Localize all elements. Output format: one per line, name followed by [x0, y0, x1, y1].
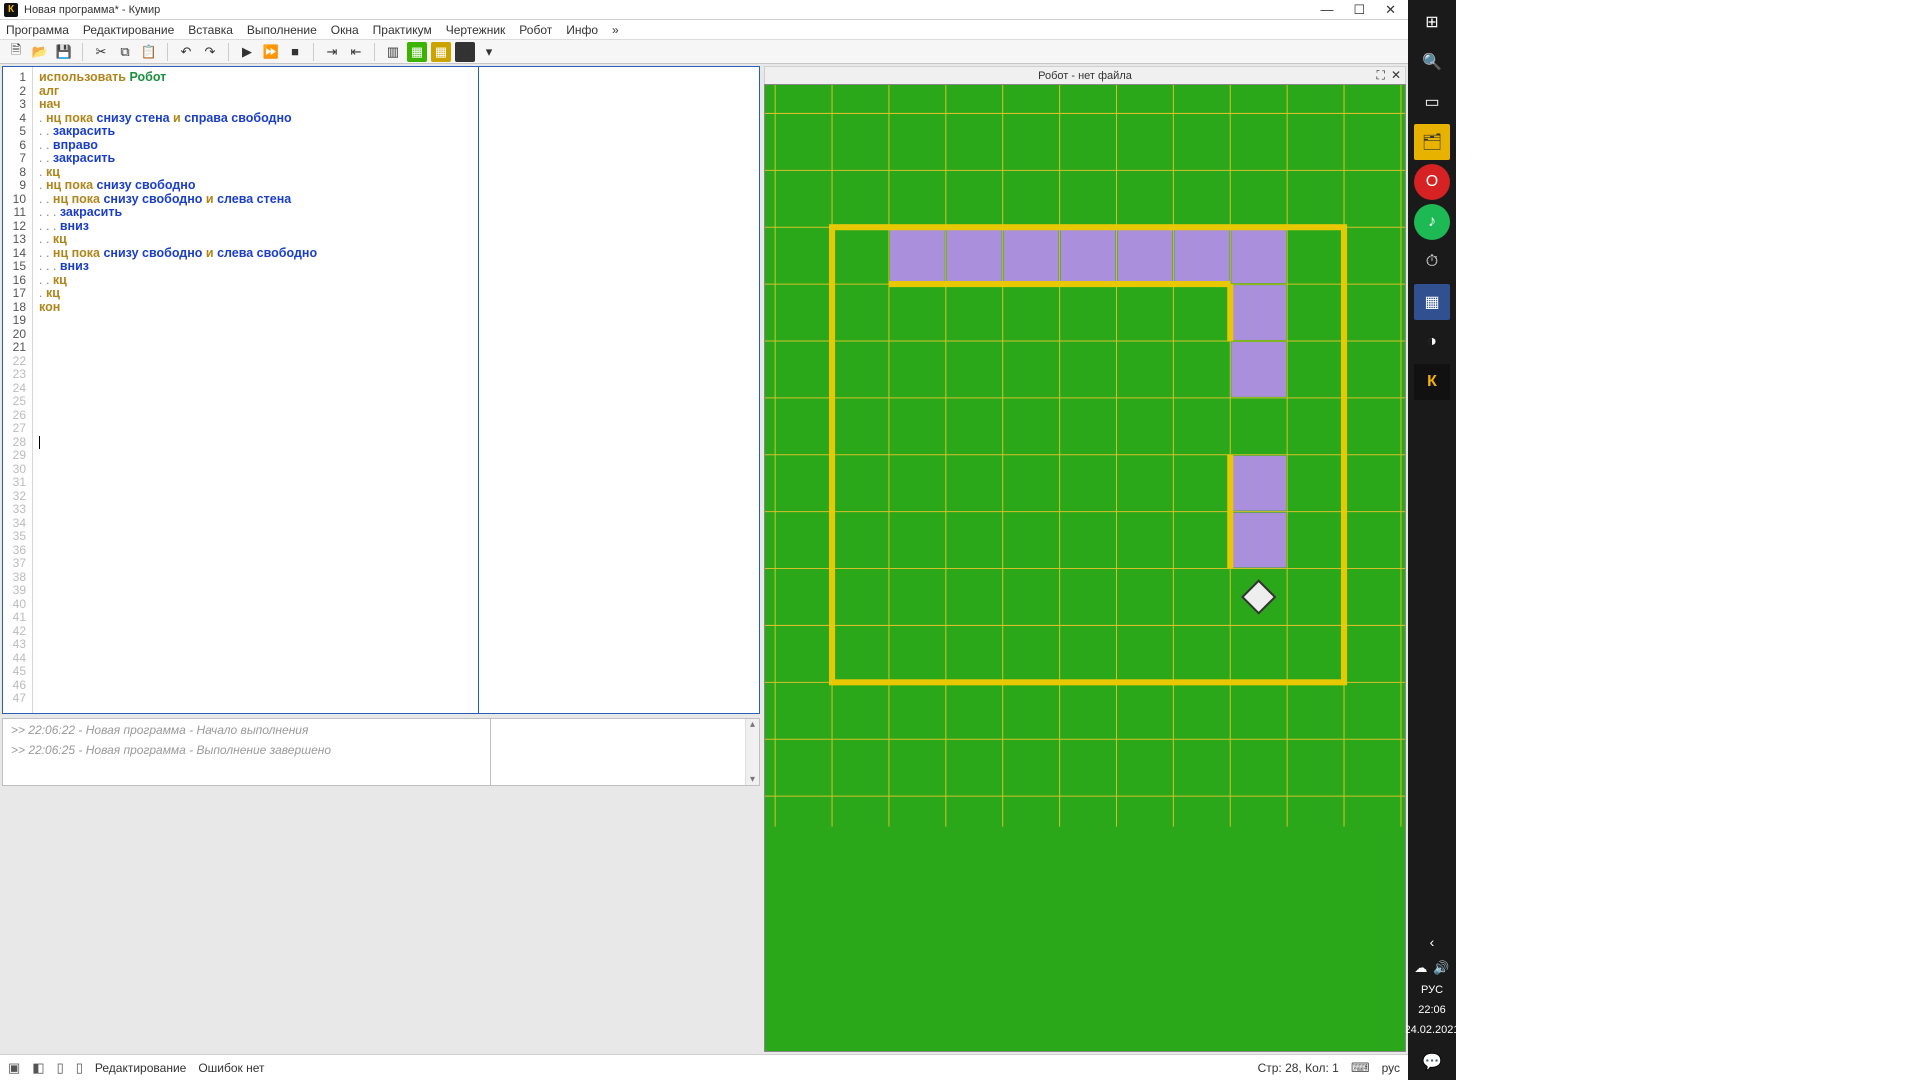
keyboard-icon: ⌨	[1351, 1060, 1370, 1076]
output-log: >> 22:06:22 - Новая программа - Начало в…	[2, 718, 760, 786]
copy-icon[interactable]: ⧉	[115, 42, 135, 62]
calendar-icon[interactable]: ▦	[1414, 284, 1450, 320]
code-line: . . кц	[39, 233, 472, 247]
titlebar: К Новая программа* - Кумир — ☐ ✕	[0, 0, 1408, 20]
code-line: алг	[39, 85, 472, 99]
save-file-icon[interactable]: 💾	[54, 42, 74, 62]
tray-icons[interactable]: ☁🔊	[1414, 956, 1449, 980]
code-line: . . закрасить	[39, 125, 472, 139]
log-scrollbar[interactable]: ▴▾	[745, 719, 759, 785]
opera-icon[interactable]: O	[1414, 164, 1450, 200]
tray-date: 24.02.2021	[1404, 1020, 1459, 1040]
tray-expand-icon[interactable]: ‹	[1430, 928, 1435, 956]
code-line: кон	[39, 301, 472, 315]
code-line: . нц пока снизу стена и справа свободно	[39, 112, 472, 126]
statusbar: ▣ ◧ ▯ ▯ Редактирование Ошибок нет Стр: 2…	[0, 1054, 1408, 1080]
code-line: . . закрасить	[39, 152, 472, 166]
tray-keyboard[interactable]: РУС	[1421, 980, 1443, 1000]
code-line: . . . закрасить	[39, 206, 472, 220]
code-line: . . нц пока снизу свободно и слева свобо…	[39, 247, 472, 261]
sb-icon[interactable]: ▯	[57, 1060, 64, 1076]
open-file-icon[interactable]: 📂	[30, 42, 50, 62]
robot-marker	[1242, 581, 1275, 614]
menu-окна[interactable]: Окна	[331, 23, 359, 37]
toolbar: 🗎📂💾✂⧉📋↶↷▶⏩■⇥⇤▥▦▦▨▾	[0, 40, 1408, 64]
stop-icon[interactable]: ■	[285, 42, 305, 62]
undo-icon[interactable]: ↶	[176, 42, 196, 62]
sb-icon[interactable]: ◧	[32, 1060, 44, 1076]
robot-maximize-icon[interactable]: ⛶	[1377, 68, 1385, 83]
maximize-button[interactable]: ☐	[1353, 2, 1365, 18]
notifications-icon[interactable]: 💬	[1414, 1044, 1450, 1080]
layout2-icon[interactable]: ▦	[407, 42, 427, 62]
menu-редактирование[interactable]: Редактирование	[83, 23, 174, 37]
log-line: >> 22:06:25 - Новая программа - Выполнен…	[11, 743, 482, 757]
minimize-button[interactable]: —	[1320, 2, 1333, 18]
task-view-icon[interactable]: ▭	[1414, 84, 1450, 120]
menu-программа[interactable]: Программа	[6, 23, 69, 37]
sb-errors: Ошибок нет	[198, 1061, 264, 1075]
code-line: . . . вниз	[39, 260, 472, 274]
windows-taskbar: ⊞ 🔍 ▭ 🗂 O ♪ ⏱ ▦ ◑ К ‹ ☁🔊 РУС 22:06 24.02…	[1408, 0, 1456, 1080]
code-area[interactable]: использовать Роботалгнач. нц пока снизу …	[33, 67, 479, 713]
code-editor[interactable]: 1234567891011121314151617181920212223242…	[2, 66, 760, 714]
sb-cursor-pos: Стр: 28, Кол: 1	[1258, 1061, 1339, 1075]
tray-time: 22:06	[1418, 1000, 1446, 1020]
step-into-icon[interactable]: ⇤	[346, 42, 366, 62]
code-line: . кц	[39, 287, 472, 301]
steam-icon[interactable]: ◑	[1414, 324, 1450, 360]
kumir-icon[interactable]: К	[1414, 364, 1450, 400]
code-line: . . . вниз	[39, 220, 472, 234]
menubar: Программа Редактирование Вставка Выполнение…	[0, 20, 1408, 40]
redo-icon[interactable]: ↷	[200, 42, 220, 62]
robot-field[interactable]	[764, 84, 1406, 1052]
cut-icon[interactable]: ✂	[91, 42, 111, 62]
sb-icon[interactable]: ▣	[8, 1060, 20, 1076]
paste-icon[interactable]: 📋	[139, 42, 159, 62]
spotify-icon[interactable]: ♪	[1414, 204, 1450, 240]
layout4-icon[interactable]: ▨	[455, 42, 475, 62]
robot-panel-title: Робот - нет файла ⛶ ✕	[764, 66, 1406, 84]
menu-выполнение[interactable]: Выполнение	[247, 23, 317, 37]
window-title: Новая программа* - Кумир	[24, 4, 1320, 16]
code-line: . . вправо	[39, 139, 472, 153]
menu-чертежник[interactable]: Чертежник	[446, 23, 506, 37]
log-line: >> 22:06:22 - Новая программа - Начало в…	[11, 723, 482, 737]
code-line: использовать Робот	[39, 71, 472, 85]
app-icon: К	[4, 3, 18, 17]
step-over-icon[interactable]: ⇥	[322, 42, 342, 62]
more-icon[interactable]: ▾	[479, 42, 499, 62]
new-file-icon[interactable]: 🗎	[6, 42, 26, 62]
robot-close-icon[interactable]: ✕	[1391, 68, 1401, 83]
menu-»[interactable]: »	[612, 23, 619, 37]
editor-right-pane	[479, 67, 759, 713]
layout3-icon[interactable]: ▦	[431, 42, 451, 62]
layout1-icon[interactable]: ▥	[383, 42, 403, 62]
menu-инфо[interactable]: Инфо	[566, 23, 598, 37]
start-button[interactable]: ⊞	[1414, 4, 1450, 40]
sb-icon[interactable]: ▯	[76, 1060, 83, 1076]
explorer-icon[interactable]: 🗂	[1414, 124, 1450, 160]
code-line: . . нц пока снизу свободно и слева стена	[39, 193, 472, 207]
clock-app-icon[interactable]: ⏱	[1414, 244, 1450, 280]
code-line: . нц пока снизу свободно	[39, 179, 472, 193]
sb-lang: рус	[1382, 1061, 1400, 1075]
sb-mode: Редактирование	[95, 1061, 186, 1075]
run-step-icon[interactable]: ⏩	[261, 42, 281, 62]
code-line: . кц	[39, 166, 472, 180]
code-line: . . кц	[39, 274, 472, 288]
menu-робот[interactable]: Робот	[519, 23, 552, 37]
run-icon[interactable]: ▶	[237, 42, 257, 62]
menu-практикум[interactable]: Практикум	[373, 23, 432, 37]
search-icon[interactable]: 🔍	[1414, 44, 1450, 80]
line-gutter: 1234567891011121314151617181920212223242…	[3, 67, 33, 713]
menu-вставка[interactable]: Вставка	[188, 23, 233, 37]
close-button[interactable]: ✕	[1385, 2, 1396, 18]
code-line: нач	[39, 98, 472, 112]
